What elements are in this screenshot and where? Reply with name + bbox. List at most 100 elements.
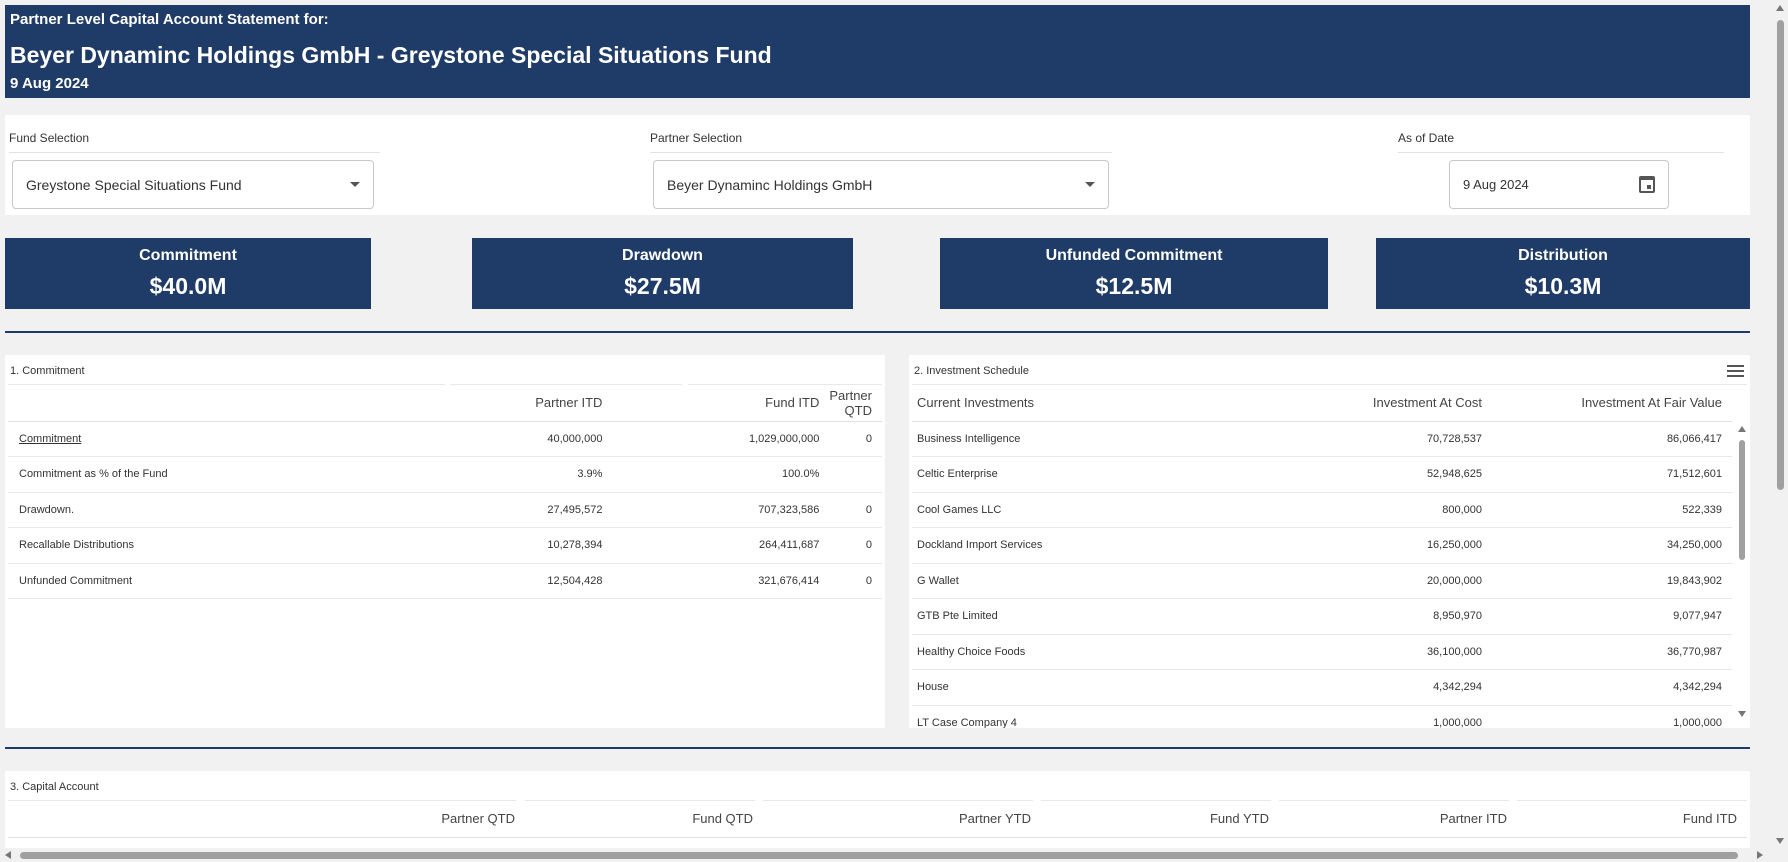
capital-account-table: Partner QTD Fund QTD Partner YTD Fund YT…	[8, 801, 1747, 838]
table-cell: 321,676,414	[612, 563, 830, 599]
menu-icon[interactable]	[1727, 365, 1744, 377]
table-cell: 0	[829, 421, 882, 457]
column-header[interactable]: Fund YTD	[1041, 801, 1279, 838]
table-cell: 12,504,428	[397, 563, 613, 599]
scroll-down-icon[interactable]	[1738, 711, 1746, 717]
page-scrollbar-vertical[interactable]	[1772, 0, 1788, 850]
capital-account-panel: 3. Capital Account Partner QTD Fund QTD …	[5, 771, 1750, 851]
table-cell: Drawdown.	[8, 492, 398, 528]
kpi-drawdown: Drawdown $27.5M	[472, 238, 853, 309]
kpi-value: $10.3M	[1524, 273, 1602, 299]
table-row: Celtic Enterprise 52,948,625 71,512,601	[912, 456, 1732, 493]
commitment-table: Partner ITD Fund ITD Partner QTD Commitm…	[8, 385, 882, 599]
table-cell: 800,000	[1252, 492, 1492, 528]
table-cell: 10,278,394	[397, 527, 613, 564]
table-cell: 27,495,572	[397, 492, 613, 528]
column-header[interactable]: Partner ITD	[397, 385, 613, 422]
filter-bar: Fund Selection Greystone Special Situati…	[5, 115, 1750, 215]
investment-table-scrollbar[interactable]	[1737, 426, 1747, 728]
table-header-row: Current Investments Investment At Cost I…	[912, 385, 1732, 422]
table-cell: 707,323,586	[612, 492, 830, 528]
fund-select-value: Greystone Special Situations Fund	[26, 176, 242, 193]
investment-schedule-title: 2. Investment Schedule	[914, 365, 1029, 377]
partner-select[interactable]: Beyer Dynaminc Holdings GmbH	[653, 160, 1109, 209]
table-cell	[829, 456, 882, 493]
section-divider	[5, 331, 1750, 333]
scroll-up-icon[interactable]	[1738, 426, 1746, 432]
page-scroll-thumb[interactable]	[1777, 20, 1784, 490]
page-scrollbar-horizontal[interactable]	[0, 848, 1772, 862]
table-cell: 70,728,537	[1252, 421, 1492, 457]
fund-select[interactable]: Greystone Special Situations Fund	[12, 160, 374, 209]
kpi-label: Commitment	[139, 247, 237, 264]
fund-selection-label: Fund Selection	[9, 131, 90, 145]
table-row: GTB Pte Limited 8,950,970 9,077,947	[912, 598, 1732, 635]
kpi-commitment: Commitment $40.0M	[5, 238, 371, 309]
header-pre-title: Partner Level Capital Account Statement …	[10, 11, 329, 28]
dashboard-page: Partner Level Capital Account Statement …	[0, 0, 1788, 862]
column-header	[8, 385, 398, 422]
table-cell: 1,029,000,000	[612, 421, 830, 457]
scroll-thumb[interactable]	[1739, 440, 1745, 560]
page-title: Beyer Dynaminc Holdings GmbH - Greystone…	[10, 42, 772, 68]
commitment-link[interactable]: Commitment	[8, 421, 398, 457]
scroll-down-icon[interactable]	[1776, 838, 1784, 844]
partner-selection-label: Partner Selection	[650, 131, 743, 145]
page-scroll-thumb-horizontal[interactable]	[20, 852, 1738, 859]
column-header[interactable]: Fund ITD	[612, 385, 830, 422]
as-of-date-label: As of Date	[1398, 131, 1455, 145]
kpi-distribution: Distribution $10.3M	[1376, 238, 1750, 309]
table-cell: 9,077,947	[1492, 598, 1732, 635]
scroll-up-icon[interactable]	[1776, 5, 1784, 11]
column-header[interactable]: Investment At Fair Value	[1492, 385, 1732, 422]
table-cell: Cool Games LLC	[912, 492, 1252, 528]
commitment-panel: 1. Commitment Partner ITD Fund ITD Partn…	[5, 355, 885, 728]
table-row: House 4,342,294 4,342,294	[912, 669, 1732, 706]
calendar-icon[interactable]	[1639, 176, 1655, 193]
scroll-right-icon[interactable]	[1757, 851, 1763, 859]
column-header[interactable]: Fund ITD	[1517, 801, 1747, 838]
table-cell: 1,000,000	[1492, 705, 1732, 728]
table-cell: 264,411,687	[612, 527, 830, 564]
column-header[interactable]: Fund QTD	[525, 801, 763, 838]
column-header[interactable]: Investment At Cost	[1252, 385, 1492, 422]
table-cell: 36,100,000	[1252, 634, 1492, 670]
table-cell: 86,066,417	[1492, 421, 1732, 457]
table-row: Healthy Choice Foods 36,100,000 36,770,9…	[912, 634, 1732, 670]
kpi-value: $27.5M	[624, 273, 701, 299]
table-cell: Unfunded Commitment	[8, 563, 398, 599]
kpi-label: Drawdown	[622, 247, 703, 264]
header-date: 9 Aug 2024	[10, 75, 89, 92]
capital-account-title: 3. Capital Account	[10, 781, 99, 793]
table-row: Unfunded Commitment 12,504,428 321,676,4…	[8, 563, 882, 599]
table-row: Drawdown. 27,495,572 707,323,586 0	[8, 492, 882, 528]
investment-table: Current Investments Investment At Cost I…	[912, 385, 1732, 728]
table-cell: 16,250,000	[1252, 527, 1492, 564]
table-cell: Recallable Distributions	[8, 527, 398, 564]
table-row: G Wallet 20,000,000 19,843,902	[912, 563, 1732, 599]
table-cell: 0	[829, 527, 882, 564]
column-header[interactable]: Partner QTD	[8, 801, 525, 838]
table-row: Business Intelligence 70,728,537 86,066,…	[912, 421, 1732, 457]
column-header[interactable]: Partner YTD	[763, 801, 1041, 838]
column-header[interactable]: Current Investments	[912, 385, 1252, 422]
table-cell: LT Case Company 4	[912, 705, 1252, 728]
kpi-value: $40.0M	[149, 273, 227, 299]
table-cell: 522,339	[1492, 492, 1732, 528]
investment-schedule-panel: 2. Investment Schedule Current Investmen…	[909, 355, 1750, 728]
divider	[1398, 152, 1724, 153]
table-cell: G Wallet	[912, 563, 1252, 599]
table-cell: 20,000,000	[1252, 563, 1492, 599]
table-cell: 1,000,000	[1252, 705, 1492, 728]
kpi-unfunded-commitment: Unfunded Commitment $12.5M	[940, 238, 1328, 309]
kpi-label: Unfunded Commitment	[1045, 247, 1223, 264]
table-cell: 0	[829, 563, 882, 599]
column-header[interactable]: Partner QTD	[829, 385, 882, 422]
date-picker[interactable]: 9 Aug 2024	[1449, 160, 1669, 209]
table-cell: 71,512,601	[1492, 456, 1732, 493]
section-divider	[5, 747, 1750, 749]
divider	[650, 152, 1112, 153]
column-header[interactable]: Partner ITD	[1279, 801, 1517, 838]
scroll-left-icon[interactable]	[5, 851, 11, 859]
date-picker-value: 9 Aug 2024	[1463, 177, 1529, 192]
